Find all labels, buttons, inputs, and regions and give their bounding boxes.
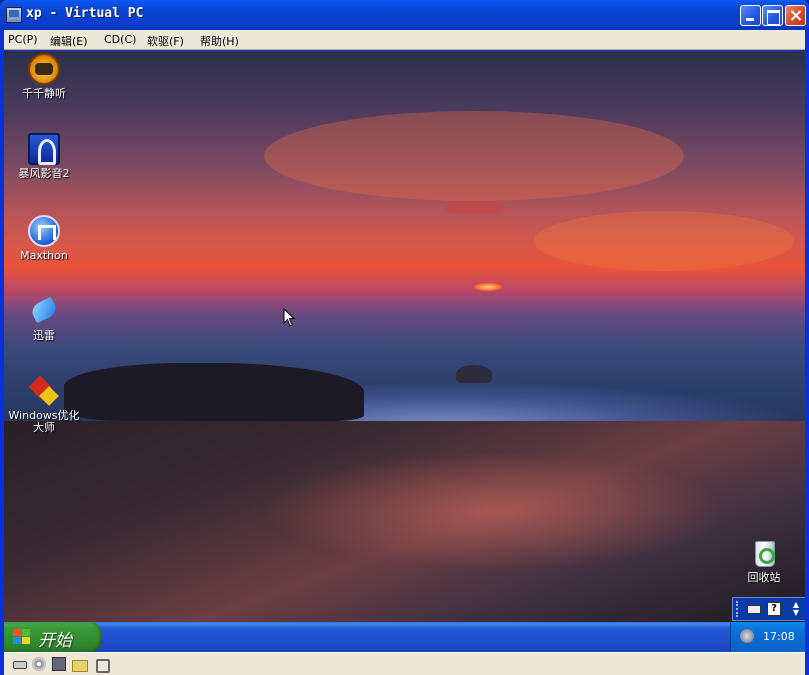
- toolbar-scroll-arrows[interactable]: ▲ ▼: [791, 601, 801, 617]
- desktop-icon-label: 千千静听: [22, 87, 66, 100]
- ttplayer-icon: [28, 53, 60, 85]
- virtual-pc-icon[interactable]: [6, 7, 22, 23]
- windows-optimizer-icon: [28, 375, 60, 407]
- wallpaper-cloud: [534, 211, 794, 271]
- storm-player-icon: [28, 133, 60, 165]
- wallpaper-cloud: [444, 201, 504, 215]
- menu-cd[interactable]: CD(C): [104, 33, 136, 46]
- network-icon[interactable]: [94, 657, 110, 673]
- menu-help[interactable]: 帮助(H): [200, 33, 239, 49]
- wallpaper-reflection: [264, 451, 724, 571]
- scroll-down-icon[interactable]: ▼: [791, 609, 801, 617]
- close-button[interactable]: [785, 5, 806, 26]
- virtual-pc-window: xp - Virtual PC PC(P) 编辑(E) CD(C) 软驱(F) …: [0, 0, 809, 675]
- desktop-icon-label: Maxthon: [20, 249, 68, 262]
- maximize-button[interactable]: [762, 5, 783, 26]
- window-frame-right: [805, 30, 809, 675]
- desktop-icon-storm-player[interactable]: 暴风影音2: [6, 133, 82, 180]
- desktop-icon-recycle-bin[interactable]: 回收站: [726, 537, 802, 584]
- title-bar[interactable]: xp - Virtual PC: [0, 0, 809, 30]
- wallpaper-rock: [456, 365, 492, 383]
- wallpaper-horizon: [4, 289, 805, 291]
- menu-bar: PC(P) 编辑(E) CD(C) 软驱(F) 帮助(H): [4, 30, 805, 50]
- desktop-icon-ttplayer[interactable]: 千千静听: [6, 53, 82, 100]
- desktop-icon-label: 暴风影音2: [18, 167, 70, 180]
- desktop-icon-label: Windows优化 大师: [8, 409, 80, 434]
- toolbar-grip-icon[interactable]: [736, 601, 740, 617]
- menu-edit[interactable]: 编辑(E): [50, 33, 88, 49]
- desktop-icon-thunder[interactable]: 迅雷: [6, 295, 82, 342]
- keyboard-icon[interactable]: [747, 605, 761, 614]
- recycle-bin-icon: [748, 537, 780, 569]
- start-label: 开始: [38, 631, 72, 651]
- desktop-icon-maxthon[interactable]: Maxthon: [6, 215, 82, 262]
- shared-folder-icon[interactable]: [72, 657, 88, 672]
- wallpaper-sun: [474, 283, 502, 291]
- system-tray: 17:08: [730, 622, 805, 652]
- clock[interactable]: 17:08: [763, 630, 795, 643]
- maxthon-browser-icon: [28, 215, 60, 247]
- menu-pc[interactable]: PC(P): [8, 33, 38, 46]
- taskbar: 开始 17:08: [4, 622, 805, 652]
- hard-disk-icon[interactable]: [12, 657, 27, 671]
- menu-floppy[interactable]: 软驱(F): [147, 33, 184, 49]
- start-button[interactable]: 开始: [4, 622, 102, 652]
- wallpaper-cloud: [264, 111, 684, 201]
- desktop-icon-windows-optimizer[interactable]: Windows优化 大师: [6, 375, 82, 434]
- window-title: xp - Virtual PC: [26, 6, 144, 21]
- wallpaper-rocks: [64, 363, 364, 421]
- minimize-button[interactable]: [740, 5, 761, 26]
- tray-speaker-icon[interactable]: [740, 629, 754, 643]
- desktop[interactable]: 千千静听 暴风影音2 Maxthon 迅雷 Windows优化 大师 回收站 ?…: [4, 51, 805, 622]
- desktop-icon-label: 迅雷: [33, 329, 55, 342]
- vpc-integration-toolbar: ? ▲ ▼: [732, 597, 805, 621]
- desktop-icon-label: 回收站: [747, 571, 781, 584]
- vpc-status-bar: [4, 652, 805, 675]
- thunder-icon: [28, 295, 60, 327]
- windows-logo-icon: [13, 629, 31, 645]
- help-icon[interactable]: ?: [767, 602, 781, 616]
- cd-drive-icon[interactable]: [32, 657, 46, 671]
- floppy-icon[interactable]: [52, 657, 66, 671]
